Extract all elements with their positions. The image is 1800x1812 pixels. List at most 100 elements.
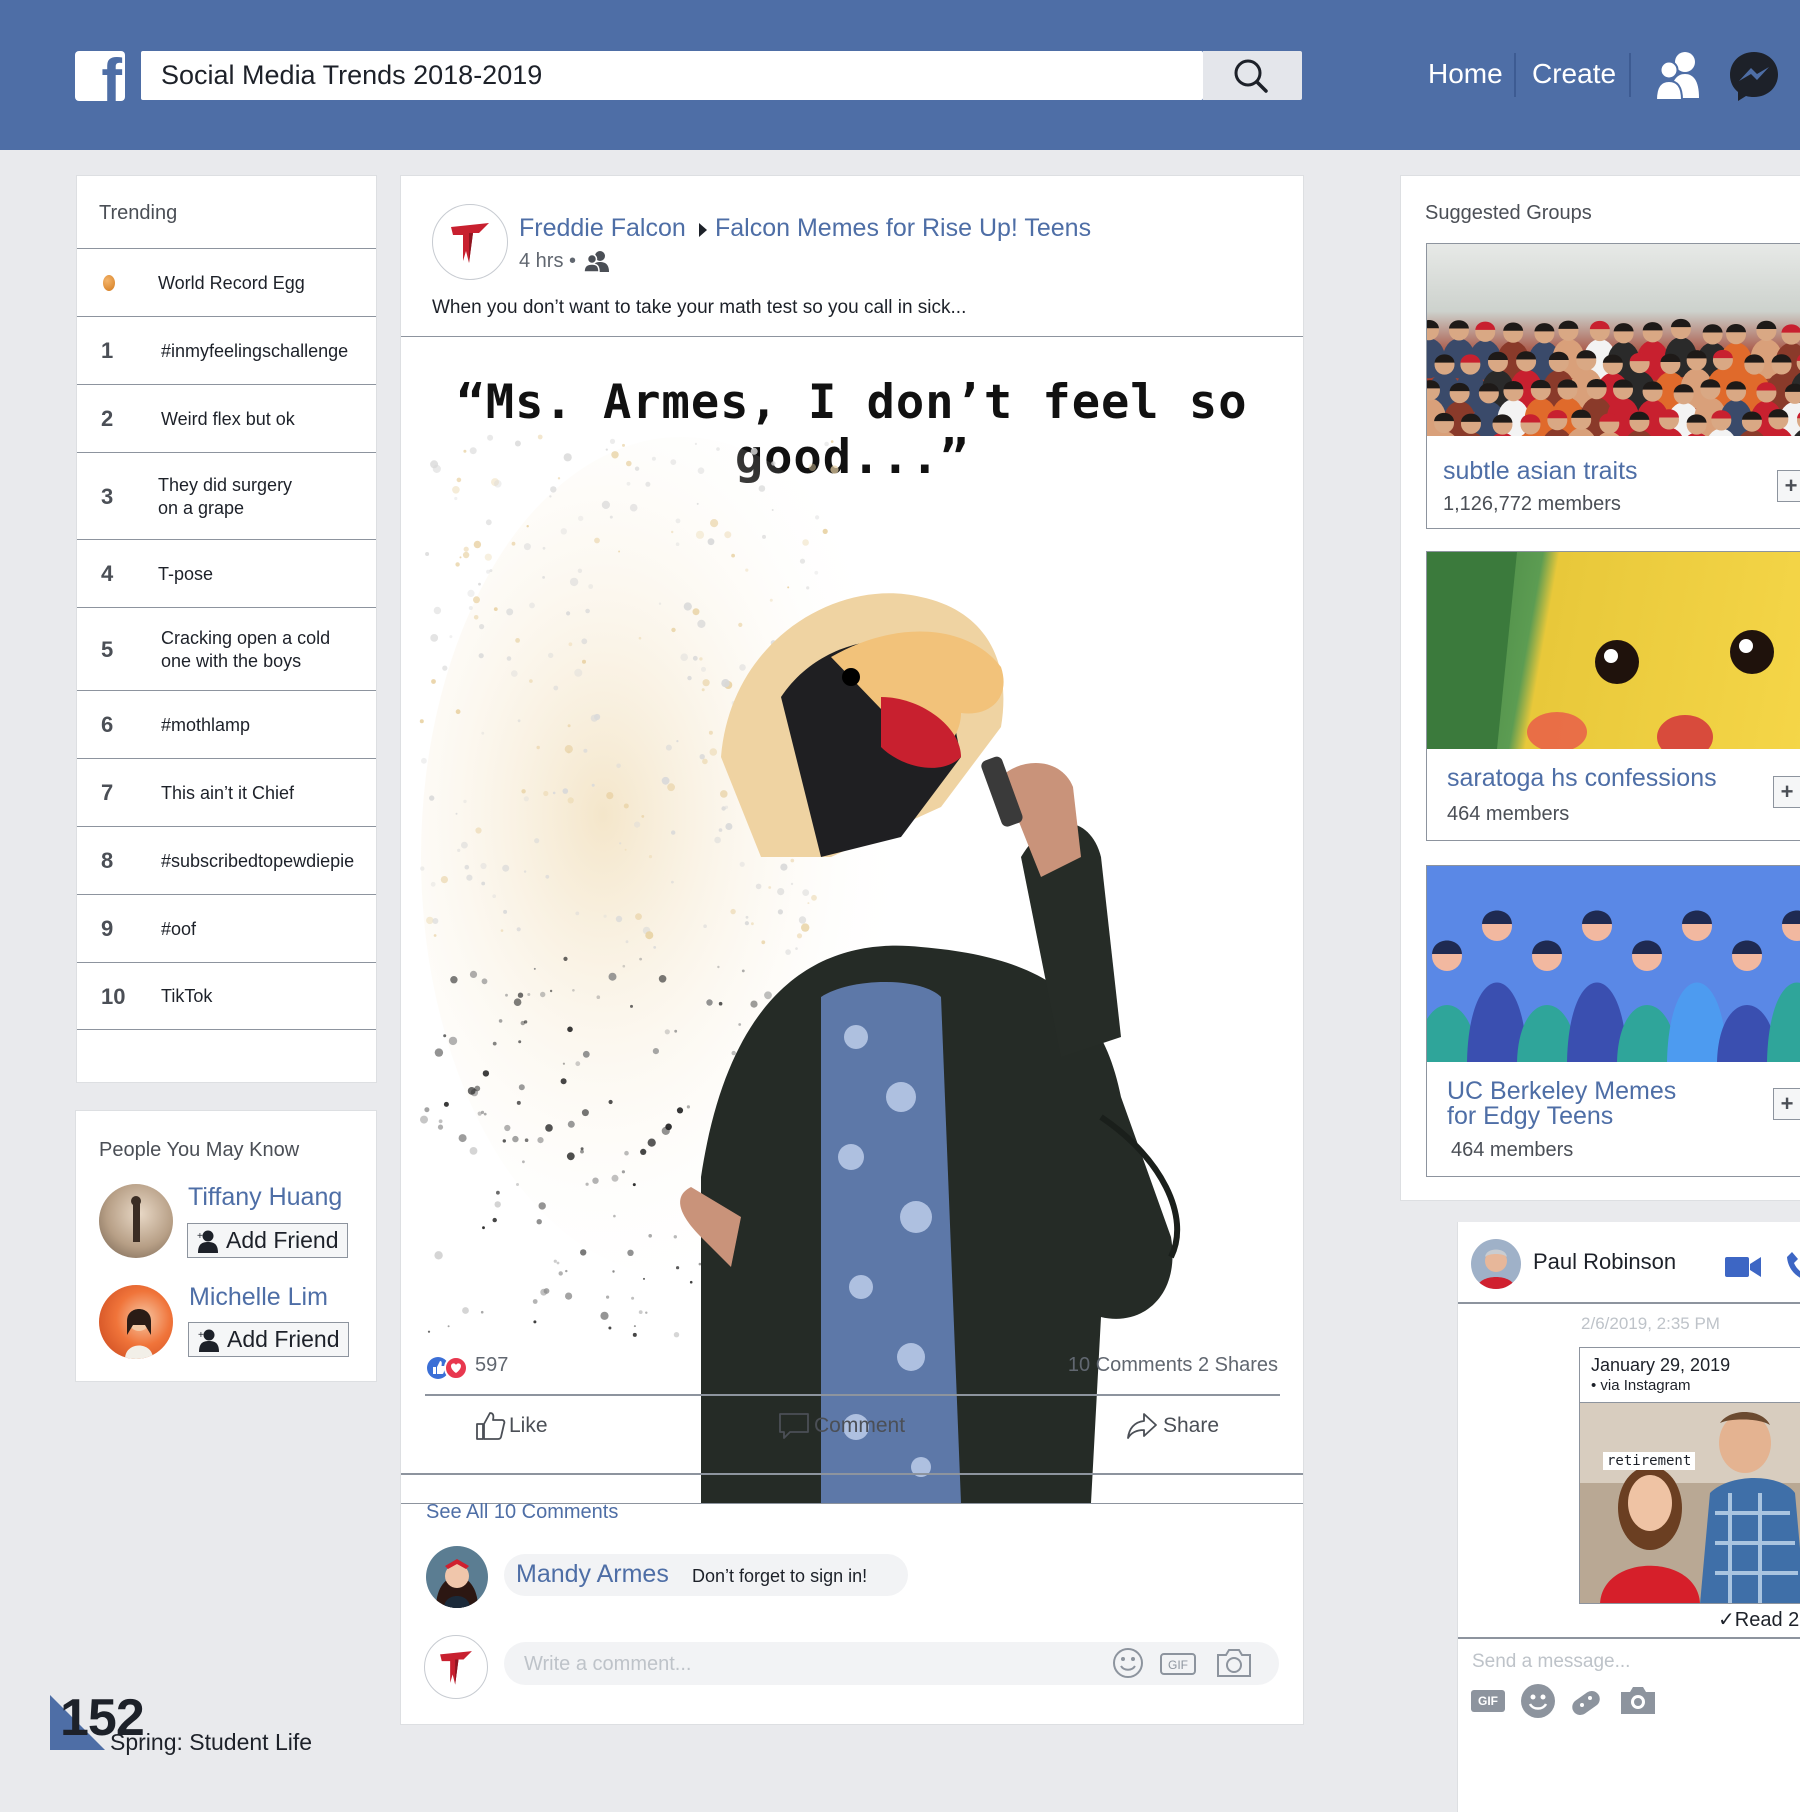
comment-input[interactable] bbox=[522, 1642, 1086, 1687]
search-button[interactable] bbox=[1203, 51, 1302, 100]
reaction-count[interactable]: 597 bbox=[475, 1354, 508, 1377]
friend-requests-icon[interactable] bbox=[1655, 50, 1701, 102]
trending-item[interactable]: World Record Egg bbox=[77, 248, 376, 317]
comment-composer[interactable]: GIF bbox=[504, 1642, 1279, 1687]
trending-item[interactable]: 8 #subscribedtopewdiepie bbox=[77, 826, 376, 895]
group-name[interactable]: UC Berkeley Memes for Edgy Teens bbox=[1447, 1079, 1676, 1129]
trending-rank: 9 bbox=[101, 916, 114, 941]
avatar[interactable] bbox=[1471, 1239, 1521, 1289]
camera-icon[interactable] bbox=[1618, 1684, 1658, 1716]
post-group-name[interactable]: Falcon Memes for Rise Up! Teens bbox=[715, 214, 1091, 243]
suggested-groups-title: Suggested Groups bbox=[1425, 202, 1592, 224]
search-input[interactable] bbox=[161, 51, 1161, 100]
group-card[interactable]: subtle asian traits 1,126,772 members + bbox=[1426, 243, 1800, 529]
trending-rank: 4 bbox=[101, 561, 114, 586]
comment-bubble: Mandy Armes Don’t forget to sign in! bbox=[504, 1554, 908, 1596]
game-controller-icon[interactable] bbox=[1568, 1683, 1604, 1719]
divider bbox=[1458, 1637, 1800, 1639]
add-friend-label: Add Friend bbox=[227, 1326, 340, 1352]
avatar[interactable] bbox=[99, 1285, 173, 1359]
trending-item[interactable]: 4 T-pose bbox=[77, 539, 376, 608]
post-author-avatar[interactable] bbox=[432, 204, 508, 280]
see-all-comments-link[interactable]: See All 10 Comments bbox=[426, 1501, 618, 1524]
chat-message-input[interactable] bbox=[1470, 1646, 1794, 1678]
emoji-icon[interactable] bbox=[1111, 1646, 1145, 1680]
people-you-may-know-panel: People You May Know Tiffany Huang + Add … bbox=[75, 1110, 377, 1382]
divider bbox=[401, 1473, 1303, 1475]
avatar[interactable] bbox=[99, 1184, 173, 1258]
comment-author[interactable]: Mandy Armes bbox=[516, 1560, 669, 1589]
gif-label: GIF bbox=[1478, 1694, 1498, 1708]
trending-label: TikTok bbox=[161, 986, 213, 1006]
falcon-logo-icon bbox=[451, 223, 489, 263]
trending-rank: 5 bbox=[101, 636, 114, 662]
divider bbox=[77, 1029, 376, 1030]
avatar bbox=[424, 1635, 488, 1699]
comment-label: Comment bbox=[814, 1414, 906, 1437]
post-timestamp[interactable]: 4 hrs • bbox=[519, 250, 576, 273]
group-members: 464 members bbox=[1451, 1139, 1574, 1161]
group-card[interactable]: UC Berkeley Memes for Edgy Teens 464 mem… bbox=[1426, 865, 1800, 1177]
trending-label: Cracking open a cold one with the boys bbox=[161, 627, 331, 671]
group-card[interactable]: saratoga hs confessions 464 members + bbox=[1426, 551, 1800, 841]
join-group-button[interactable]: + bbox=[1777, 470, 1800, 502]
svg-text:+: + bbox=[198, 1330, 204, 1341]
emoji-icon[interactable] bbox=[1520, 1683, 1556, 1719]
messenger-icon[interactable] bbox=[1728, 50, 1780, 102]
avatar[interactable] bbox=[426, 1546, 488, 1608]
search-box[interactable] bbox=[141, 51, 1203, 100]
add-friend-button[interactable]: + Add Friend bbox=[188, 1322, 349, 1357]
trending-item[interactable]: 9 #oof bbox=[77, 894, 376, 963]
person-name[interactable]: Tiffany Huang bbox=[188, 1183, 342, 1212]
nav-home-link[interactable]: Home bbox=[1428, 58, 1503, 90]
add-friend-button[interactable]: + Add Friend bbox=[187, 1223, 348, 1258]
join-group-button[interactable]: + bbox=[1773, 1088, 1800, 1120]
people-illustration bbox=[1427, 866, 1800, 1062]
falcon-student-illustration bbox=[419, 434, 1181, 1503]
phone-call-icon[interactable] bbox=[1786, 1250, 1800, 1282]
trending-label: This ain’t it Chief bbox=[161, 782, 295, 803]
trending-label: T-pose bbox=[158, 563, 214, 584]
trending-rank: 2 bbox=[101, 406, 114, 431]
nav-create-link[interactable]: Create bbox=[1532, 58, 1616, 90]
trending-label: #subscribedtopewdiepie bbox=[161, 850, 355, 871]
post-author-name[interactable]: Freddie Falcon bbox=[519, 214, 686, 243]
post-caption: When you don’t want to take your math te… bbox=[432, 297, 967, 318]
group-name[interactable]: saratoga hs confessions bbox=[1447, 766, 1717, 791]
people-title: People You May Know bbox=[99, 1139, 300, 1161]
post-meme-image[interactable]: “Ms. Armes, I don’t feel so good...” bbox=[401, 336, 1303, 1504]
trending-title: Trending bbox=[99, 202, 178, 224]
gif-icon[interactable]: GIF bbox=[1160, 1653, 1196, 1675]
facebook-logo-icon[interactable]: f bbox=[75, 51, 125, 101]
crowd-photo bbox=[1427, 244, 1800, 436]
chat-contact-name[interactable]: Paul Robinson bbox=[1533, 1249, 1676, 1275]
suggested-groups-panel: Suggested Groups subtle asian traits 1,1… bbox=[1400, 175, 1800, 1201]
like-love-reaction-icon[interactable] bbox=[426, 1356, 470, 1380]
trending-item[interactable]: 5 Cracking open a cold one with the boys bbox=[77, 607, 376, 691]
divider bbox=[425, 1394, 1280, 1396]
divider bbox=[1458, 1302, 1800, 1304]
post-card: Freddie Falcon Falcon Memes for Rise Up!… bbox=[400, 175, 1304, 1725]
like-label: Like bbox=[509, 1414, 548, 1437]
comments-shares-count[interactable]: 10 Comments 2 Shares bbox=[1068, 1354, 1278, 1377]
camera-icon[interactable] bbox=[1215, 1647, 1253, 1679]
join-group-button[interactable]: + bbox=[1773, 776, 1800, 808]
add-friend-icon: + bbox=[197, 1230, 218, 1253]
arrow-right-icon bbox=[699, 223, 707, 237]
trending-item[interactable]: 6 #mothlamp bbox=[77, 690, 376, 759]
trending-item[interactable]: 10 TikTok bbox=[77, 962, 376, 1030]
trending-item[interactable]: 2 Weird flex but ok bbox=[77, 384, 376, 453]
trending-item[interactable]: 1 #inmyfeelingschallenge bbox=[77, 316, 376, 385]
svg-text:GIF: GIF bbox=[1168, 1658, 1188, 1672]
trending-item[interactable]: 3 They did surgery on a grape bbox=[77, 452, 376, 540]
video-call-icon[interactable] bbox=[1725, 1256, 1761, 1278]
chat-timestamp: 2/6/2019, 2:35 PM bbox=[1581, 1314, 1720, 1333]
group-name[interactable]: subtle asian traits bbox=[1443, 459, 1638, 484]
person-name[interactable]: Michelle Lim bbox=[189, 1283, 328, 1312]
chat-gif-button[interactable]: GIF bbox=[1471, 1690, 1505, 1712]
comment-text: Don’t forget to sign in! bbox=[692, 1566, 868, 1586]
trending-item[interactable]: 7 This ain’t it Chief bbox=[77, 758, 376, 827]
shared-instagram-post[interactable]: January 29, 2019 • via Instagram retirem… bbox=[1579, 1347, 1800, 1604]
add-friend-icon: + bbox=[198, 1329, 219, 1352]
add-friend-label: Add Friend bbox=[226, 1227, 339, 1253]
